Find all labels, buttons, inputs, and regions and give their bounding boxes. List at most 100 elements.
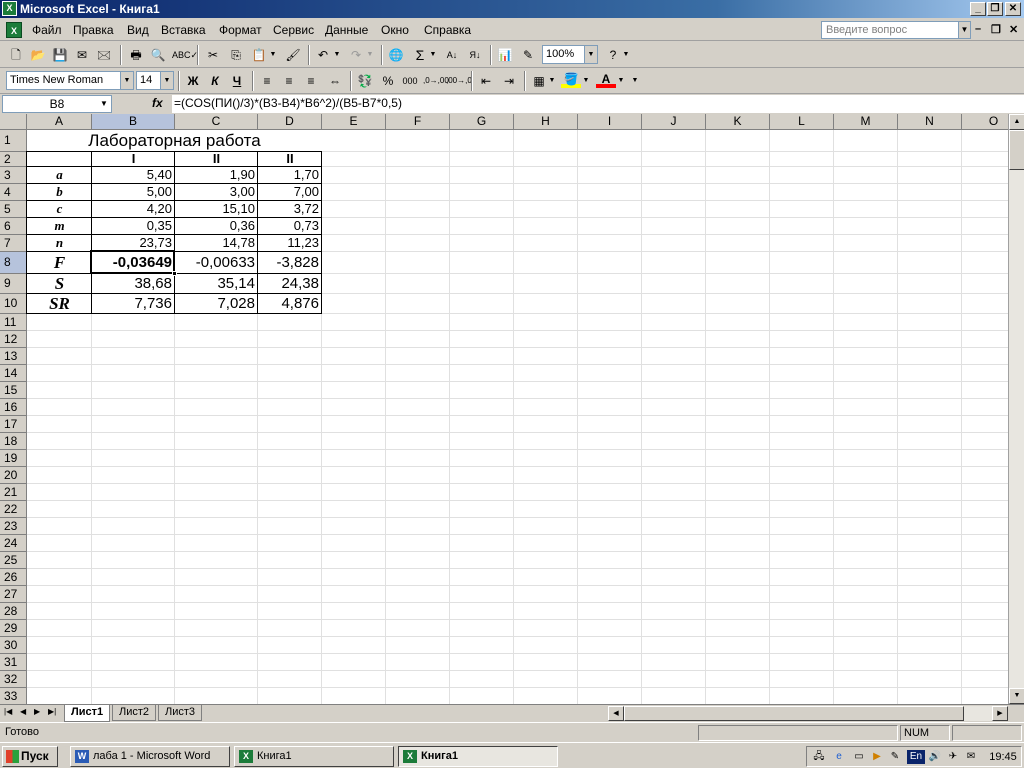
horizontal-scroll-thumb[interactable] <box>624 706 964 721</box>
row-header[interactable]: 6 <box>0 218 27 235</box>
row-header[interactable]: 13 <box>0 348 27 365</box>
increase-indent-icon[interactable]: ⇥ <box>499 72 519 90</box>
row-header[interactable]: 30 <box>0 637 27 654</box>
value-cell[interactable]: 0,73 <box>258 218 322 235</box>
column-header[interactable]: L <box>770 114 834 130</box>
undo-icon[interactable]: ↶ <box>313 46 333 64</box>
percent-icon[interactable]: % <box>378 72 398 90</box>
row-header[interactable]: 4 <box>0 184 27 201</box>
fill-handle[interactable] <box>172 271 177 276</box>
language-indicator[interactable]: En <box>907 750 925 764</box>
align-right-icon[interactable]: ≡ <box>301 72 321 90</box>
value-cell[interactable]: 0,35 <box>92 218 175 235</box>
last-sheet-icon[interactable]: ▶| <box>48 707 56 716</box>
column-header[interactable]: E <box>322 114 386 130</box>
doc-minimize-icon[interactable]: – <box>975 23 981 35</box>
italic-icon[interactable]: К <box>205 72 225 90</box>
fill-color-dropdown-icon[interactable]: ▼ <box>581 72 591 90</box>
increase-decimal-icon[interactable]: ,0→,00 <box>423 72 449 90</box>
help-search-input[interactable]: Введите вопрос <box>821 21 971 39</box>
zoom-dropdown-icon[interactable]: ▼ <box>584 46 597 63</box>
first-sheet-icon[interactable]: |◀ <box>4 707 12 716</box>
task-excel-2[interactable]: X Книга1 <box>398 746 558 767</box>
label-cell[interactable]: SR <box>27 294 92 314</box>
worksheet-grid[interactable]: A B C D E F G H I J K L M N O 1 2 3 4 5 6 7 8 9 10 11 12 13 14 15 16 17… <box>0 114 1008 704</box>
sort-descending-icon[interactable]: Я↓ <box>465 46 485 64</box>
fill-color-icon[interactable]: 🪣 <box>561 72 581 88</box>
font-color-dropdown-icon[interactable]: ▼ <box>616 72 626 90</box>
decrease-indent-icon[interactable]: ⇤ <box>476 72 496 90</box>
name-box[interactable]: B8 ▼ <box>2 95 112 113</box>
row-header[interactable]: 16 <box>0 399 27 416</box>
menu-file[interactable]: Файл <box>32 23 62 37</box>
media-player-icon[interactable]: ▶ <box>869 750 885 764</box>
value-cell[interactable]: 4,20 <box>92 201 175 218</box>
font-size-dropdown-icon[interactable]: ▼ <box>160 72 173 89</box>
zoom-select[interactable]: 100% ▼ <box>542 45 598 64</box>
value-cell[interactable]: 5,00 <box>92 184 175 201</box>
menu-edit[interactable]: Правка <box>73 23 114 37</box>
network-icon[interactable]: 🖧 <box>811 750 827 764</box>
currency-icon[interactable]: 💱 <box>355 72 375 90</box>
close-button[interactable]: ✕ <box>1005 2 1021 16</box>
value-cell[interactable]: 11,23 <box>258 235 322 252</box>
value-cell[interactable]: -0,00633 <box>175 252 258 274</box>
menu-insert[interactable]: Вставка <box>161 23 206 37</box>
borders-icon[interactable]: ▦ <box>529 72 549 90</box>
value-cell[interactable]: 3,72 <box>258 201 322 218</box>
cut-icon[interactable]: ✂ <box>203 46 223 64</box>
decrease-decimal-icon[interactable]: ,00→,0 <box>446 72 472 90</box>
spelling-icon[interactable]: ABC✓ <box>172 46 198 64</box>
row-header[interactable]: 14 <box>0 365 27 382</box>
row-header[interactable]: 3 <box>0 167 27 184</box>
label-cell[interactable]: F <box>27 252 92 274</box>
value-cell[interactable]: 38,68 <box>92 274 175 294</box>
tab-sheet1[interactable]: Лист1 <box>64 705 111 722</box>
ie-icon[interactable]: e <box>831 750 847 764</box>
column-header[interactable]: F <box>386 114 450 130</box>
redo-dropdown-icon[interactable]: ▼ <box>365 46 375 64</box>
menu-data[interactable]: Данные <box>325 23 368 37</box>
row-header[interactable]: 25 <box>0 552 27 569</box>
scroll-right-icon[interactable]: ▶ <box>992 706 1008 721</box>
row-header[interactable]: 11 <box>0 314 27 331</box>
new-icon[interactable]: 🗋 <box>6 46 26 64</box>
row-header[interactable]: 20 <box>0 467 27 484</box>
row-header[interactable]: 21 <box>0 484 27 501</box>
notes-icon[interactable]: ✎ <box>887 750 903 764</box>
bold-icon[interactable]: Ж <box>183 72 203 90</box>
minimize-button[interactable]: _ <box>970 2 986 16</box>
row-header[interactable]: 18 <box>0 433 27 450</box>
doc-close-icon[interactable]: ✕ <box>1009 23 1018 36</box>
vertical-scrollbar[interactable]: ▲ ▼ <box>1008 114 1024 704</box>
row-header[interactable]: 17 <box>0 416 27 433</box>
vertical-scroll-thumb[interactable] <box>1009 130 1024 170</box>
desktop-icon[interactable]: ▭ <box>851 750 867 764</box>
value-cell[interactable]: 1,70 <box>258 167 322 184</box>
borders-dropdown-icon[interactable]: ▼ <box>547 72 557 90</box>
format-painter-icon[interactable]: 🖌 <box>283 46 303 64</box>
autosum-icon[interactable]: Σ <box>410 46 430 64</box>
row-header[interactable]: 10 <box>0 294 27 314</box>
label-cell[interactable]: b <box>27 184 92 201</box>
row-header[interactable]: 33 <box>0 688 27 704</box>
column-header[interactable]: M <box>834 114 898 130</box>
value-cell[interactable]: 5,40 <box>92 167 175 184</box>
header-cell[interactable]: II <box>258 152 322 167</box>
undo-dropdown-icon[interactable]: ▼ <box>332 46 342 64</box>
value-cell[interactable]: 1,90 <box>175 167 258 184</box>
scroll-down-icon[interactable]: ▼ <box>1009 688 1024 704</box>
font-name-select[interactable]: Times New Roman ▼ <box>6 71 134 90</box>
name-box-dropdown-icon[interactable]: ▼ <box>97 96 111 112</box>
row-header[interactable]: 7 <box>0 235 27 252</box>
restore-button[interactable]: ❐ <box>987 2 1003 16</box>
paste-icon[interactable]: 📋 <box>249 46 269 64</box>
column-header[interactable]: B <box>92 114 175 130</box>
label-cell[interactable]: S <box>27 274 92 294</box>
value-cell[interactable]: 7,028 <box>175 294 258 314</box>
scroll-up-icon[interactable]: ▲ <box>1009 114 1024 130</box>
select-all-corner[interactable] <box>0 114 27 130</box>
align-left-icon[interactable]: ≡ <box>257 72 277 90</box>
tab-sheet2[interactable]: Лист2 <box>112 705 157 721</box>
row-header[interactable]: 5 <box>0 201 27 218</box>
